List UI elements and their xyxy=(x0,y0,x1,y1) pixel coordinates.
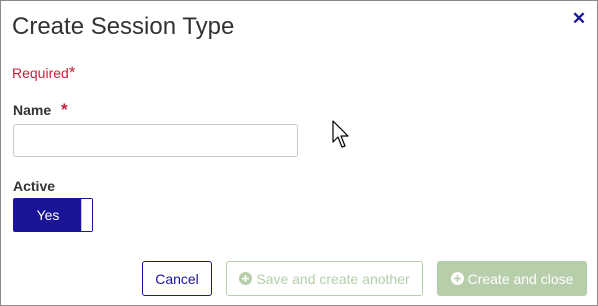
required-note: Required* xyxy=(12,63,75,83)
create-and-close-button[interactable]: Create and close xyxy=(437,261,587,296)
active-toggle-knob xyxy=(81,199,92,231)
plus-circle-icon xyxy=(239,272,253,285)
close-icon[interactable]: ✕ xyxy=(571,9,587,29)
active-toggle[interactable]: Yes xyxy=(13,198,93,232)
create-and-close-label: Create and close xyxy=(467,270,574,287)
save-and-create-another-button[interactable]: Save and create another xyxy=(226,261,423,296)
name-required-asterisk: * xyxy=(61,100,68,119)
plus-circle-icon xyxy=(450,272,464,285)
name-label-text: Name xyxy=(13,102,52,118)
cancel-button[interactable]: Cancel xyxy=(142,261,212,296)
active-toggle-label: Yes xyxy=(14,199,82,231)
required-note-text: Required xyxy=(12,65,69,81)
name-label: Name * xyxy=(13,100,68,120)
mouse-pointer-icon xyxy=(332,120,352,155)
name-input[interactable] xyxy=(13,124,298,157)
create-session-type-dialog: Create Session Type ✕ Required* Name * A… xyxy=(0,0,598,306)
required-asterisk: * xyxy=(68,63,76,82)
cancel-button-label: Cancel xyxy=(155,270,199,287)
dialog-title: Create Session Type xyxy=(12,13,235,40)
active-label: Active xyxy=(13,178,56,194)
save-and-create-another-label: Save and create another xyxy=(256,270,410,287)
